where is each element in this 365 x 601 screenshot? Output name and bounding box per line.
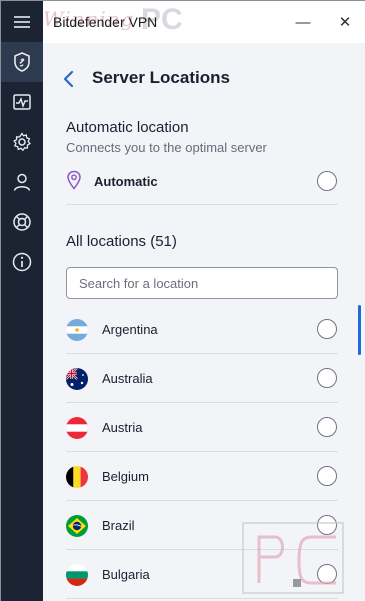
- location-row-australia[interactable]: Australia: [66, 354, 338, 403]
- automatic-location-heading: Automatic location: [66, 119, 189, 136]
- country-name: Belgium: [102, 469, 149, 484]
- search-input[interactable]: [67, 268, 337, 298]
- location-row-belgium[interactable]: Belgium: [66, 452, 338, 501]
- account-icon[interactable]: [1, 162, 43, 202]
- app-title: Bitdefender VPN: [53, 14, 158, 30]
- back-button[interactable]: [59, 67, 79, 91]
- automatic-location-subtitle: Connects you to the optimal server: [66, 140, 267, 155]
- support-icon[interactable]: [1, 202, 43, 242]
- australia-flag-icon: [66, 368, 88, 390]
- location-radio[interactable]: [317, 417, 337, 437]
- location-radio[interactable]: [317, 466, 337, 486]
- location-pin-icon: [66, 170, 82, 190]
- close-icon: ✕: [338, 14, 352, 31]
- watermark-logo: [241, 521, 351, 597]
- app-window: Winning PC Bitdefender VPN — ✕ Server Lo…: [0, 0, 365, 601]
- brazil-flag-icon: [66, 515, 88, 537]
- search-field[interactable]: [66, 267, 338, 299]
- location-row-argentina[interactable]: Argentina: [66, 305, 338, 354]
- location-radio[interactable]: [317, 368, 337, 388]
- location-row-austria[interactable]: Austria: [66, 403, 338, 452]
- automatic-option-row[interactable]: Automatic: [66, 165, 338, 205]
- country-name: Argentina: [102, 322, 158, 337]
- chevron-left-icon: [63, 70, 74, 88]
- belgium-flag-icon: [66, 466, 88, 488]
- settings-icon[interactable]: [1, 122, 43, 162]
- argentina-flag-icon: [66, 319, 88, 341]
- location-radio[interactable]: [317, 319, 337, 339]
- austria-flag-icon: [66, 417, 88, 439]
- automatic-option-label: Automatic: [94, 174, 158, 189]
- info-icon[interactable]: [1, 242, 43, 282]
- bulgaria-flag-icon: [66, 564, 88, 586]
- scrollbar-thumb[interactable]: [358, 305, 361, 355]
- close-button[interactable]: ✕: [333, 11, 357, 33]
- sidebar: [1, 1, 43, 601]
- country-name: Austria: [102, 420, 143, 435]
- country-name: Australia: [102, 371, 153, 386]
- server-locations-panel: Server Locations Automatic location Conn…: [43, 43, 365, 601]
- minimize-button[interactable]: —: [291, 11, 315, 33]
- activity-icon[interactable]: [1, 82, 43, 122]
- minimize-icon: —: [295, 13, 311, 31]
- all-locations-heading: All locations (51): [66, 233, 177, 250]
- country-name: Brazil: [102, 518, 135, 533]
- shield-link-icon[interactable]: [1, 42, 43, 82]
- page-title: Server Locations: [92, 68, 230, 87]
- automatic-radio[interactable]: [317, 171, 337, 191]
- country-name: Bulgaria: [102, 567, 150, 582]
- title-bar: Winning PC Bitdefender VPN — ✕: [43, 1, 365, 43]
- menu-icon[interactable]: [1, 2, 43, 42]
